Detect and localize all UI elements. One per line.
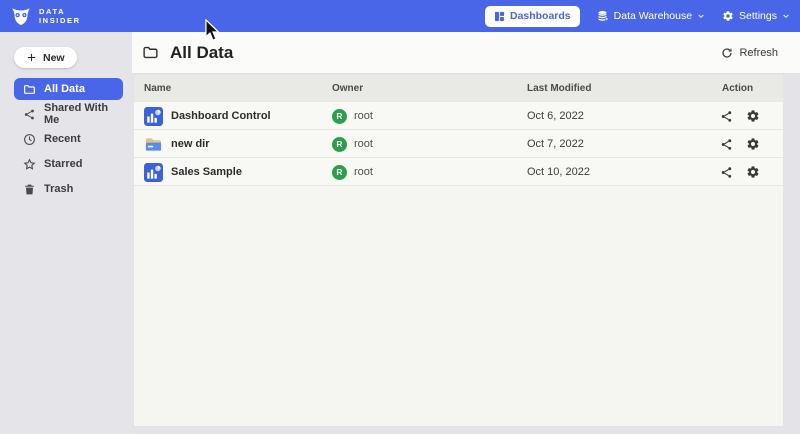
chevron-down-icon (782, 12, 790, 20)
column-header-name: Name (144, 83, 171, 94)
file-name: new dir (171, 138, 210, 150)
owner-name: root (354, 138, 373, 150)
database-icon (597, 10, 609, 22)
last-modified: Oct 6, 2022 (527, 102, 584, 130)
main-content: All Data Refresh Name Owner Last Modifie… (132, 32, 800, 434)
star-icon (23, 158, 36, 171)
sidebar-item-trash[interactable]: Trash (14, 178, 123, 200)
table-row-new-dir[interactable]: new dir R root Oct 7, 2022 (134, 130, 783, 158)
brand-line1: DATA (39, 7, 81, 16)
share-nodes-icon (23, 108, 36, 121)
row-settings-button[interactable] (746, 137, 760, 151)
folder-icon (142, 44, 159, 61)
dashboards-button[interactable]: Dashboards (485, 6, 580, 27)
sidebar-item-shared-with-me[interactable]: Shared With Me (14, 103, 123, 125)
file-table: Name Owner Last Modified Action Dashboar… (134, 75, 783, 426)
gear-icon (722, 10, 734, 22)
table-header: Name Owner Last Modified Action (134, 75, 783, 102)
data-warehouse-menu[interactable]: Data Warehouse (597, 10, 705, 22)
new-button-label: New (43, 52, 65, 64)
owner-avatar: R (332, 165, 347, 180)
dashboard-file-icon (144, 107, 163, 126)
content-header: All Data Refresh (132, 32, 800, 74)
column-header-action: Action (722, 83, 753, 94)
column-header-owner: Owner (332, 83, 363, 94)
folder-icon (23, 83, 36, 96)
owner-avatar: R (332, 137, 347, 152)
sidebar-item-recent[interactable]: Recent (14, 128, 123, 150)
new-button[interactable]: New (14, 47, 77, 68)
owner-name: root (354, 166, 373, 178)
refresh-icon (721, 47, 733, 59)
row-settings-button[interactable] (746, 165, 760, 179)
trash-icon (23, 183, 36, 196)
sidebar-item-all-data[interactable]: All Data (14, 78, 123, 100)
last-modified: Oct 7, 2022 (527, 130, 584, 158)
sidebar-item-starred[interactable]: Starred (14, 153, 123, 175)
sidebar-item-label: Starred (44, 158, 83, 170)
file-name: Sales Sample (171, 166, 242, 178)
navbar-menu: Dashboards Data Warehouse (485, 6, 790, 27)
chevron-down-icon (697, 12, 705, 20)
brand-logo: DATA INSIDER (10, 5, 81, 27)
share-button[interactable] (720, 138, 733, 151)
last-modified: Oct 10, 2022 (527, 158, 590, 186)
app-window: DATA INSIDER Dashboards (0, 0, 800, 434)
share-button[interactable] (720, 110, 733, 123)
dashboards-grid-icon (494, 11, 505, 22)
owl-logo-icon (10, 5, 32, 27)
clock-icon (23, 133, 36, 146)
folder-file-icon (144, 135, 163, 154)
refresh-label: Refresh (739, 47, 778, 59)
page-title: All Data (170, 43, 233, 63)
sidebar-item-label: Shared With Me (44, 102, 114, 126)
refresh-button[interactable]: Refresh (721, 47, 778, 59)
owner-avatar: R (332, 109, 347, 124)
top-navbar: DATA INSIDER Dashboards (0, 0, 800, 32)
file-name: Dashboard Control (171, 110, 271, 122)
sidebar: New All Data Shared With Me (0, 32, 132, 434)
owner-name: root (354, 110, 373, 122)
row-settings-button[interactable] (746, 109, 760, 123)
dashboard-file-icon (144, 163, 163, 182)
column-header-last-modified: Last Modified (527, 83, 591, 94)
table-row-sales-sample[interactable]: Sales Sample R root Oct 10, 2022 (134, 158, 783, 186)
sidebar-item-label: All Data (44, 83, 85, 95)
share-button[interactable] (720, 166, 733, 179)
sidebar-item-label: Recent (44, 133, 81, 145)
brand-line2: INSIDER (39, 16, 81, 25)
dashboards-label: Dashboards (510, 10, 571, 22)
table-row-dashboard-control[interactable]: Dashboard Control R root Oct 6, 2022 (134, 102, 783, 130)
sidebar-item-label: Trash (44, 183, 73, 195)
settings-menu[interactable]: Settings (722, 10, 790, 22)
sidebar-nav: All Data Shared With Me Recent (0, 78, 132, 200)
data-warehouse-label: Data Warehouse (614, 10, 692, 22)
plus-icon (26, 52, 37, 63)
settings-label: Settings (739, 10, 777, 22)
